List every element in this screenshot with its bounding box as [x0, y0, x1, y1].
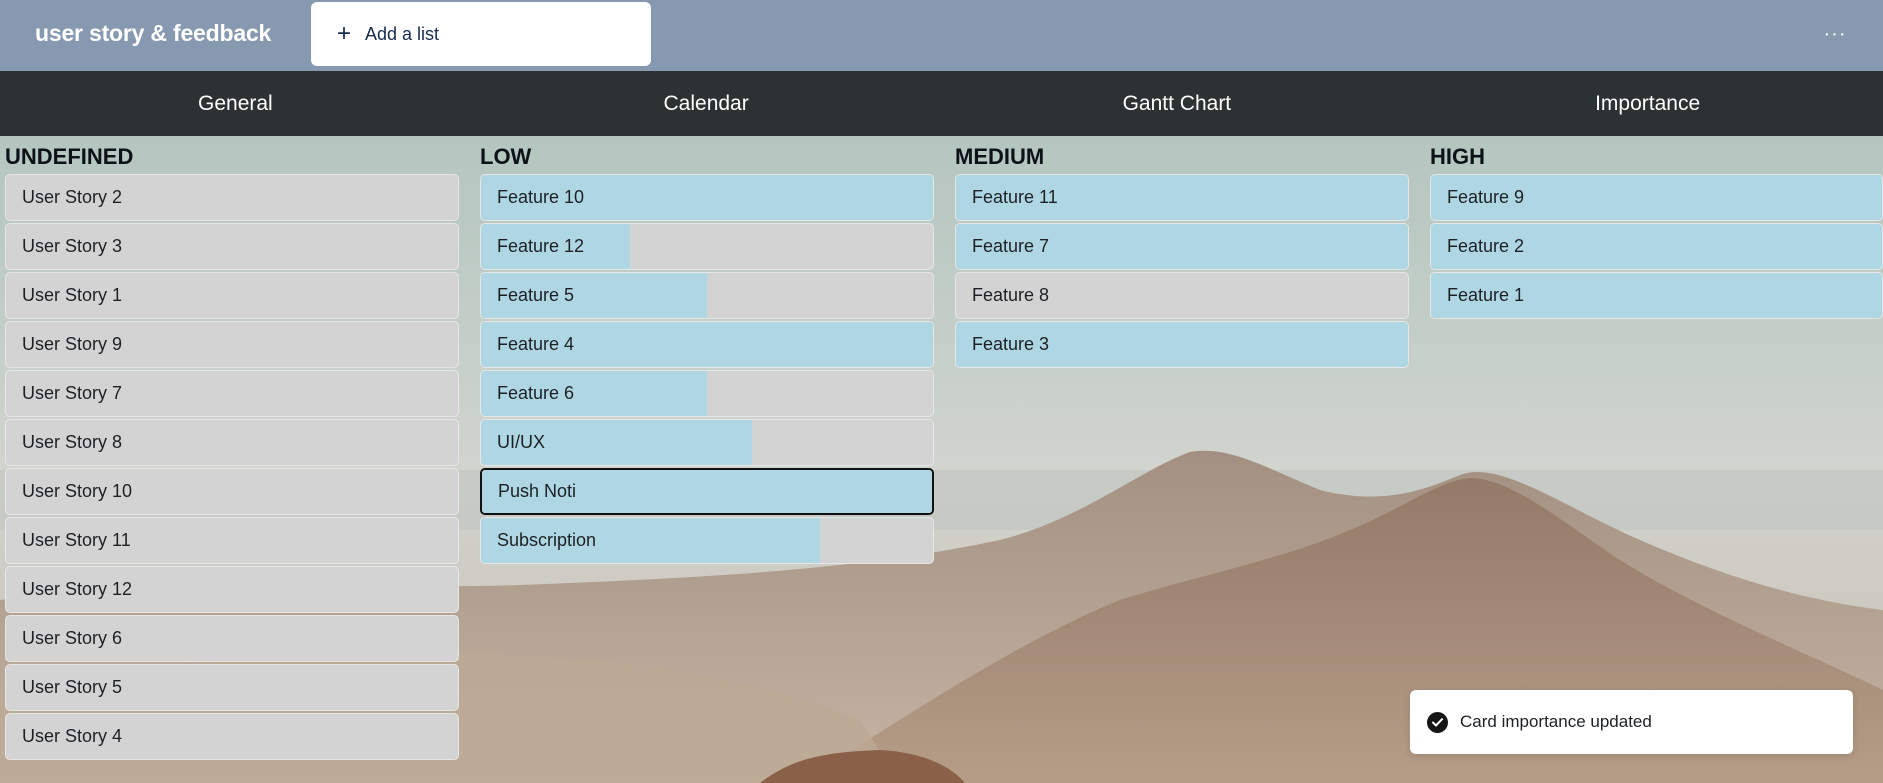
board-menu-button[interactable]: ···	[1817, 22, 1853, 46]
card[interactable]: User Story 9	[5, 321, 459, 368]
list-title: MEDIUM	[955, 144, 1045, 169]
card[interactable]: Feature 11	[955, 174, 1409, 221]
card-label: User Story 2	[22, 187, 123, 207]
card-label: User Story 10	[22, 481, 133, 501]
view-tabs: General Calendar Gantt Chart Importance	[0, 71, 1883, 136]
card-label: Feature 6	[497, 383, 575, 403]
card[interactable]: Feature 12	[480, 223, 934, 270]
card-label: User Story 4	[22, 726, 123, 746]
card[interactable]: User Story 11	[5, 517, 459, 564]
tab-importance[interactable]: Importance	[1412, 71, 1883, 136]
plus-icon: +	[337, 20, 352, 47]
toast-message: Card importance updated	[1460, 712, 1652, 731]
card[interactable]: Feature 9	[1430, 174, 1883, 221]
card-label: Feature 12	[497, 236, 585, 256]
card[interactable]: User Story 5	[5, 664, 459, 711]
card[interactable]: User Story 7	[5, 370, 459, 417]
tab-calendar[interactable]: Calendar	[471, 71, 942, 136]
ellipsis-icon: ···	[1823, 22, 1847, 45]
card-container: Feature 11 Feature 7 Feature 8 Feature 3	[955, 174, 1409, 368]
importance-lists: UNDEFINED User Story 2 User Story 3 User S…	[0, 136, 1883, 783]
board-title[interactable]: user story & feedback	[35, 20, 271, 47]
tab-general[interactable]: General	[0, 71, 471, 136]
card[interactable]: User Story 12	[5, 566, 459, 613]
list-title: LOW	[480, 144, 532, 169]
card-label: User Story 6	[22, 628, 123, 648]
card-container: User Story 2 User Story 3 User Story 1 User…	[5, 174, 459, 760]
card[interactable]: Feature 7	[955, 223, 1409, 270]
card-label: Feature 2	[1447, 236, 1525, 256]
board-header: user story & feedback + Add a list ···	[0, 0, 1883, 71]
list-title: HIGH	[1430, 144, 1485, 169]
card-label: User Story 9	[22, 334, 123, 354]
card-label: User Story 8	[22, 432, 123, 452]
card[interactable]: Feature 10	[480, 174, 934, 221]
card-label: Feature 7	[972, 236, 1050, 256]
list-title: UNDEFINED	[5, 144, 134, 169]
card-label: Feature 9	[1447, 187, 1525, 207]
card-label: User Story 1	[22, 285, 123, 305]
add-list-label: Add a list	[365, 23, 440, 44]
card[interactable]: Feature 1	[1430, 272, 1883, 319]
list-medium: MEDIUM Feature 11 Feature 7 Feature 8 Featu…	[955, 136, 1409, 370]
card-label: Push Noti	[498, 481, 577, 501]
card[interactable]: Feature 2	[1430, 223, 1883, 270]
card-label: Feature 1	[1447, 285, 1525, 305]
card[interactable]: UI/UX	[480, 419, 934, 466]
card[interactable]: User Story 6	[5, 615, 459, 662]
add-list-button[interactable]: + Add a list	[311, 2, 651, 66]
card-label: UI/UX	[497, 432, 546, 452]
card-label: Feature 5	[497, 285, 575, 305]
card-label: Feature 11	[972, 187, 1058, 207]
card[interactable]: Feature 4	[480, 321, 934, 368]
card-label: User Story 3	[22, 236, 123, 256]
card-label: User Story 5	[22, 677, 123, 697]
card[interactable]: Feature 8	[955, 272, 1409, 319]
list-undefined: UNDEFINED User Story 2 User Story 3 User S…	[5, 136, 459, 762]
card-label: User Story 11	[22, 530, 131, 550]
list-low: LOW Feature 10 Feature 12 Feature 5 Feature…	[480, 136, 934, 566]
card-label: User Story 12	[22, 579, 133, 599]
card-label: Feature 4	[497, 334, 575, 354]
list-high: HIGH Feature 9 Feature 2 Feature 1	[1430, 136, 1883, 321]
card[interactable]: Push Noti	[480, 468, 934, 515]
card[interactable]: User Story 2	[5, 174, 459, 221]
card[interactable]: Subscription	[480, 517, 934, 564]
card[interactable]: Feature 5	[480, 272, 934, 319]
card-label: User Story 7	[22, 383, 123, 403]
card-container: Feature 9 Feature 2 Feature 1	[1430, 174, 1883, 319]
card[interactable]: Feature 6	[480, 370, 934, 417]
card[interactable]: User Story 4	[5, 713, 459, 760]
check-circle-icon	[1427, 711, 1448, 733]
tab-gantt-chart[interactable]: Gantt Chart	[942, 71, 1413, 136]
card[interactable]: User Story 8	[5, 419, 459, 466]
card-label: Feature 8	[972, 285, 1050, 305]
card[interactable]: User Story 1	[5, 272, 459, 319]
card[interactable]: User Story 3	[5, 223, 459, 270]
card[interactable]: Feature 3	[955, 321, 1409, 368]
card-container: Feature 10 Feature 12 Feature 5 Feature 4 Fe…	[480, 174, 934, 564]
toast-notification: Card importance updated	[1410, 690, 1853, 754]
card-label: Feature 3	[972, 334, 1050, 354]
card-label: Feature 10	[497, 187, 585, 207]
card[interactable]: User Story 10	[5, 468, 459, 515]
card-label: Subscription	[497, 530, 597, 550]
